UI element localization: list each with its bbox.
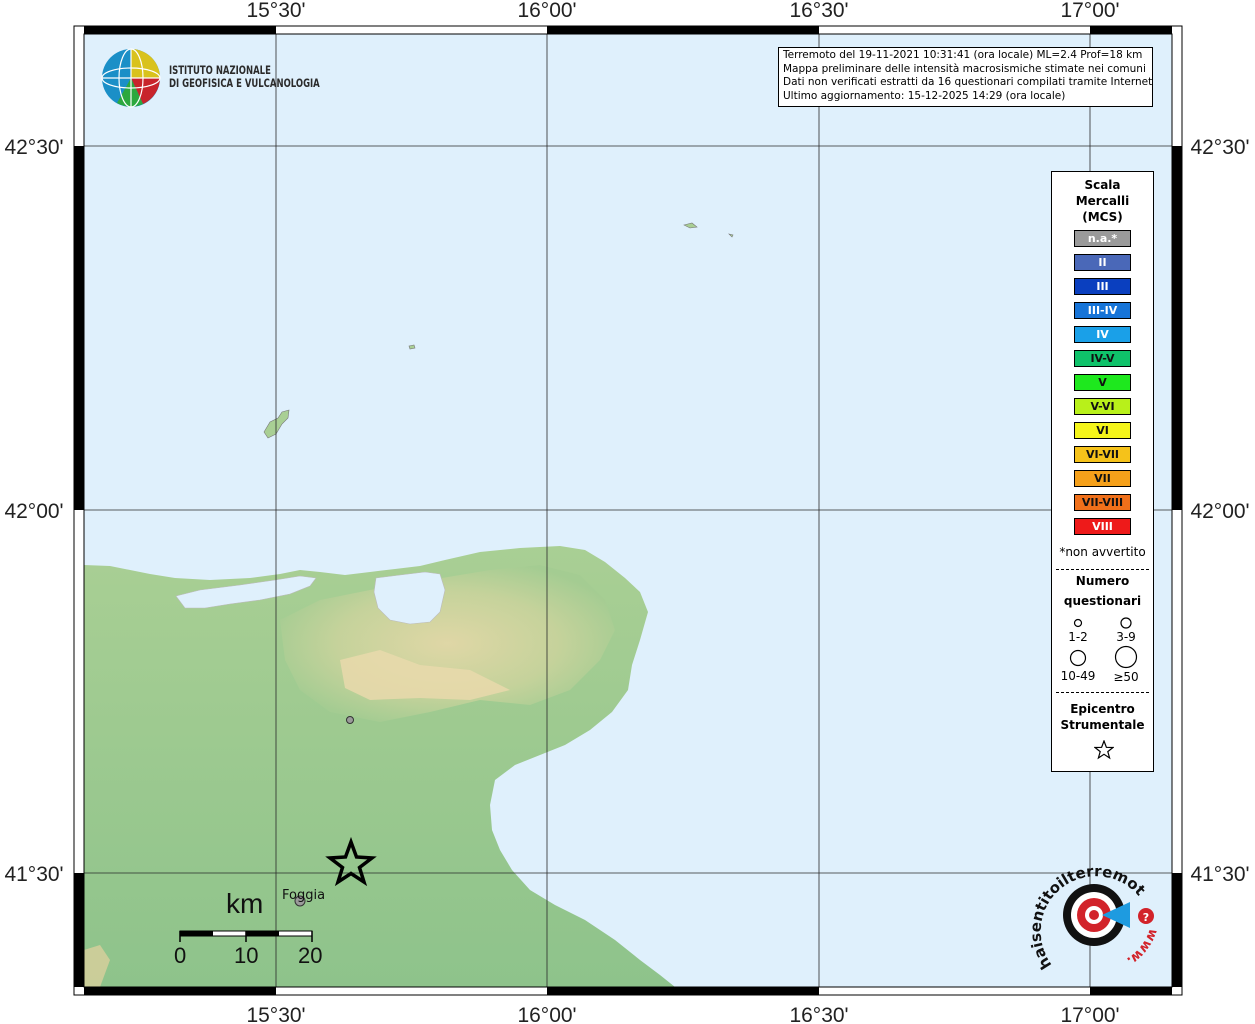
legend-separator — [1056, 569, 1149, 570]
scalebar-tick-0: 0 — [174, 943, 187, 968]
intensity-swatch: VIII — [1074, 518, 1131, 535]
intensity-swatch: IV-V — [1074, 350, 1131, 367]
lon-label-top-4: 17°00' — [1060, 0, 1119, 22]
lon-label-bottom-2: 16°00' — [517, 1004, 576, 1024]
legend-panel: Scala Mercalli (MCS) n.a.* II III III-IV IV I… — [1051, 171, 1154, 772]
lat-label-left-2: 42°00' — [4, 500, 63, 523]
lat-label-right-2: 42°00' — [1190, 500, 1249, 523]
lon-label-top-3: 16°30' — [789, 0, 848, 22]
island-pianosa — [408, 344, 416, 350]
intensity-swatch: n.a.* — [1074, 230, 1131, 247]
legend-title: Scala Mercalli (MCS) — [1052, 177, 1153, 225]
scalebar-unit: km — [226, 888, 264, 919]
count-title-1: Numero — [1075, 574, 1130, 588]
intensity-swatch: III-IV — [1074, 302, 1131, 319]
intensity-swatch: V-VI — [1074, 398, 1131, 415]
epicenter-title-1: Epicentro — [1070, 702, 1135, 716]
institute-name: ISTITUTO NAZIONALE DI GEOFISICA E VULCAN… — [169, 64, 320, 90]
lon-label-top-2: 16°00' — [517, 0, 576, 22]
event-line-2: Mappa preliminare delle intensità macros… — [783, 62, 1146, 75]
intensity-swatch: VI-VII — [1074, 446, 1131, 463]
intensity-swatch: VI — [1074, 422, 1131, 439]
svg-text:?: ? — [1143, 911, 1149, 924]
city-label-foggia: Foggia — [282, 888, 326, 903]
lon-label-top-1: 15°30' — [246, 0, 305, 22]
intensity-swatch: VII — [1074, 470, 1131, 487]
institute-line-2: DI GEOFISICA E VULCANOLOGIA — [169, 76, 320, 90]
intensity-swatch: IV — [1074, 326, 1131, 343]
questionnaire-point — [346, 716, 354, 724]
event-line-4: Ultimo aggiornamento: 15-12-2025 14:29 (… — [783, 89, 1066, 102]
lat-label-left-1: 42°30' — [4, 136, 63, 159]
count-title-2: questionari — [1063, 594, 1142, 608]
legend-title-line-3: (MCS) — [1082, 210, 1123, 224]
legend-separator-2 — [1056, 692, 1149, 693]
intensity-swatch: III — [1074, 278, 1131, 295]
scalebar-tick-10: 10 — [234, 943, 259, 968]
count-label-1: 1-2 — [1068, 630, 1088, 644]
ingv-globe-icon — [101, 48, 161, 108]
count-label-2: 3-9 — [1116, 630, 1136, 644]
intensity-swatch: II — [1074, 254, 1131, 271]
event-line-3: Dati non verificati estratti da 16 quest… — [783, 76, 1153, 88]
lon-label-bottom-1: 15°30' — [246, 1004, 305, 1024]
lon-label-bottom-4: 17°00' — [1060, 1004, 1119, 1024]
count-label-4: ≥50 — [1113, 670, 1139, 684]
scalebar-tick-20: 20 — [298, 943, 323, 968]
lat-label-right-3: 41°30' — [1190, 863, 1249, 886]
legend-title-line-1: Scala — [1084, 178, 1121, 192]
count-label-3: 10-49 — [1060, 669, 1096, 683]
intensity-swatch: VII-VIII — [1074, 494, 1131, 511]
epicenter-title-2: Strumentale — [1060, 718, 1145, 732]
lat-label-left-3: 41°30' — [4, 863, 63, 886]
intensity-swatch: V — [1074, 374, 1131, 391]
lon-label-bottom-3: 16°30' — [789, 1004, 848, 1024]
event-info-box: Terremoto del 19-11-2021 10:31:41 (ora l… — [778, 47, 1153, 107]
legend-note: *non avvertito — [1059, 545, 1146, 559]
event-line-1: Terremoto del 19-11-2021 10:31:41 (ora l… — [783, 49, 1143, 61]
lat-label-right-1: 42°30' — [1190, 136, 1249, 159]
legend-title-line-2: Mercalli — [1075, 194, 1130, 208]
legend-star-icon — [1094, 740, 1114, 760]
